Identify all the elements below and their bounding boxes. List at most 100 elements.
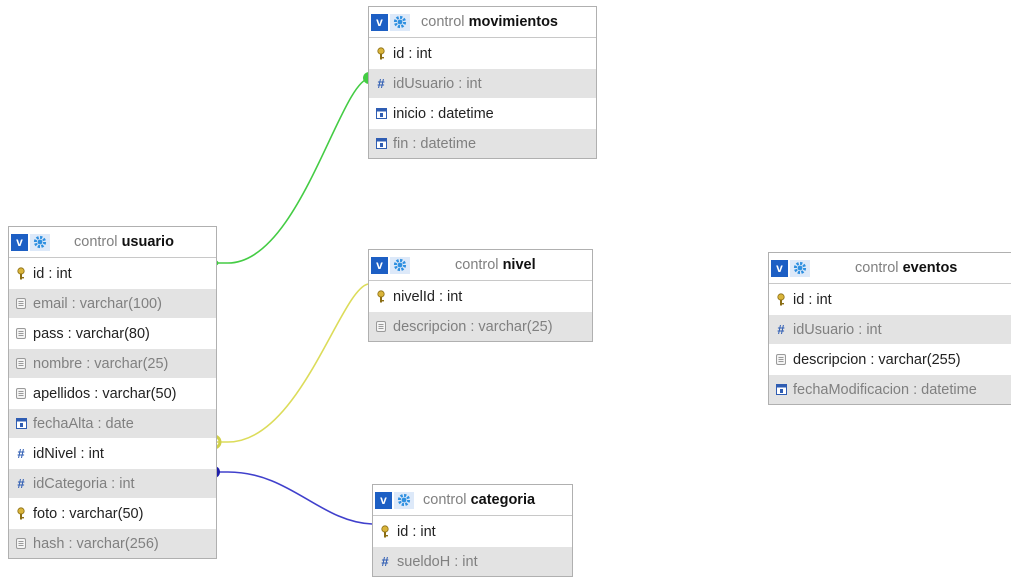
table-eventos[interactable]: v control eventos id : int # idUsuario : int… [768, 252, 1011, 405]
column-row[interactable]: email : varchar(100) [9, 288, 216, 318]
hash-icon: # [777, 322, 785, 337]
column-row[interactable]: descripcion : varchar(255) [769, 344, 1011, 374]
column-label: fechaAlta : date [33, 415, 134, 432]
table-name: nivel [502, 257, 536, 273]
text-icon [14, 327, 28, 341]
hash-icon: # [17, 446, 25, 461]
gear-icon[interactable] [30, 233, 50, 251]
column-row[interactable]: id : int [369, 38, 596, 68]
toggle-button[interactable]: v [771, 259, 788, 277]
table-title: control eventos [855, 260, 957, 276]
column-row[interactable]: apellidos : varchar(50) [9, 378, 216, 408]
gear-icon[interactable] [790, 259, 810, 277]
column-label: hash : varchar(256) [33, 535, 159, 552]
table-name: usuario [121, 234, 174, 250]
column-row[interactable]: nombre : varchar(25) [9, 348, 216, 378]
table-header-eventos[interactable]: v control eventos [769, 253, 1011, 284]
key-icon [378, 524, 392, 539]
table-title: control movimientos [421, 14, 558, 30]
column-row[interactable]: fechaAlta : date [9, 408, 216, 438]
column-row[interactable]: id : int [9, 258, 216, 288]
column-row[interactable]: # idNivel : int [9, 438, 216, 468]
gear-icon[interactable] [394, 491, 414, 509]
column-row[interactable]: nivelId : int [369, 281, 592, 311]
column-row[interactable]: pass : varchar(80) [9, 318, 216, 348]
key-icon [374, 46, 388, 61]
key-icon [14, 506, 28, 521]
column-row[interactable]: id : int [769, 284, 1011, 314]
column-label: nivelId : int [393, 288, 463, 305]
column-row[interactable]: fin : datetime [369, 128, 596, 158]
table-header-categoria[interactable]: v control categoria [373, 485, 572, 516]
column-row[interactable]: # idUsuario : int [369, 68, 596, 98]
toggle-button[interactable]: v [371, 13, 388, 31]
column-label: inicio : datetime [393, 105, 494, 122]
database-name: control [74, 234, 118, 250]
table-header-nivel[interactable]: v control nivel [369, 250, 592, 281]
table-nivel[interactable]: v control nivel nivelId : int descripcion :… [368, 249, 593, 342]
database-name: control [421, 14, 465, 30]
table-categoria[interactable]: v control categoria id : int # sueldoH : int [372, 484, 573, 577]
column-label: sueldoH : int [397, 553, 478, 570]
table-title: control usuario [74, 234, 174, 250]
key-icon [374, 289, 388, 304]
column-label: foto : varchar(50) [33, 505, 144, 522]
hash-icon: # [381, 554, 389, 569]
column-label: idUsuario : int [793, 321, 882, 338]
column-label: apellidos : varchar(50) [33, 385, 177, 402]
gear-icon[interactable] [390, 256, 410, 274]
key-icon [14, 266, 28, 281]
column-label: idNivel : int [33, 445, 104, 462]
table-usuario[interactable]: v control usuario id : int email : varchar(… [8, 226, 217, 559]
column-label: descripcion : varchar(25) [393, 318, 553, 335]
column-label: idCategoria : int [33, 475, 135, 492]
column-label: idUsuario : int [393, 75, 482, 92]
text-icon [14, 357, 28, 371]
toggle-button[interactable]: v [375, 491, 392, 509]
gear-icon[interactable] [390, 13, 410, 31]
column-row[interactable]: inicio : datetime [369, 98, 596, 128]
text-icon [374, 320, 388, 334]
column-row[interactable]: hash : varchar(256) [9, 528, 216, 558]
column-label: id : int [397, 523, 436, 540]
column-label: id : int [793, 291, 832, 308]
column-label: fechaModificacion : datetime [793, 381, 977, 398]
column-label: pass : varchar(80) [33, 325, 150, 342]
column-row[interactable]: descripcion : varchar(25) [369, 311, 592, 341]
text-icon [14, 297, 28, 311]
toggle-button[interactable]: v [371, 256, 388, 274]
table-title: control categoria [423, 492, 535, 508]
key-icon [774, 292, 788, 307]
hash-icon: # [17, 476, 25, 491]
relation-line-nivel [216, 283, 369, 443]
column-row[interactable]: fechaModificacion : datetime [769, 374, 1011, 404]
hash-icon: # [377, 76, 385, 91]
calendar-icon [774, 383, 788, 397]
toggle-button[interactable]: v [11, 233, 28, 251]
database-name: control [423, 492, 467, 508]
column-row[interactable]: # idCategoria : int [9, 468, 216, 498]
column-row[interactable]: id : int [373, 516, 572, 546]
column-row[interactable]: # sueldoH : int [373, 546, 572, 576]
table-header-movimientos[interactable]: v control movimientos [369, 7, 596, 38]
column-label: id : int [393, 45, 432, 62]
text-icon [14, 387, 28, 401]
table-movimientos[interactable]: v control movimientos id : int # idUsuario :… [368, 6, 597, 159]
column-label: descripcion : varchar(255) [793, 351, 961, 368]
database-name: control [455, 257, 499, 273]
table-title: control nivel [455, 257, 536, 273]
table-name: categoria [470, 492, 536, 508]
calendar-icon [374, 107, 388, 121]
relation-line-categoria [216, 471, 373, 525]
calendar-icon [374, 137, 388, 151]
text-icon [774, 353, 788, 367]
column-label: fin : datetime [393, 135, 477, 152]
table-name: eventos [902, 260, 958, 276]
table-header-usuario[interactable]: v control usuario [9, 227, 216, 258]
column-row[interactable]: # idUsuario : int [769, 314, 1011, 344]
column-row[interactable]: foto : varchar(50) [9, 498, 216, 528]
database-name: control [855, 260, 899, 276]
column-label: nombre : varchar(25) [33, 355, 169, 372]
relation-line-movimientos [216, 77, 371, 264]
text-icon [14, 537, 28, 551]
